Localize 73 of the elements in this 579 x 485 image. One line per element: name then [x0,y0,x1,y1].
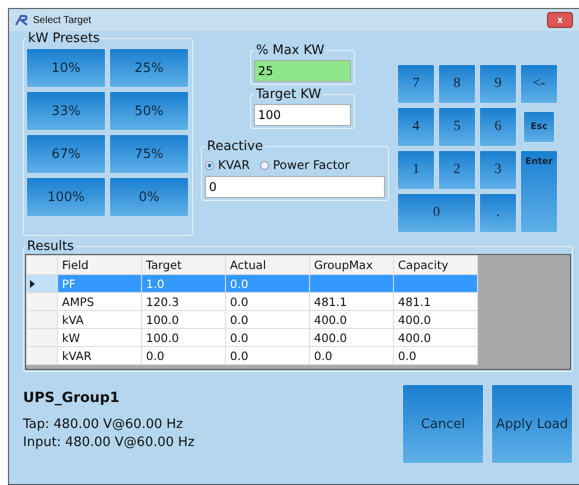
keypad-key[interactable]: 5 [438,107,476,147]
radio-label[interactable]: KVAR [218,158,250,172]
preset-button[interactable]: 67% [26,134,106,174]
row-header[interactable] [26,274,58,292]
column-header: Actual [226,256,310,274]
preset-button[interactable]: 10% [26,48,106,88]
preset-button[interactable]: 75% [109,134,189,174]
column-header: GroupMax [310,256,394,274]
preset-button[interactable]: 0% [109,177,189,217]
table-cell: 0.0 [394,346,478,364]
group-title: Reactive [206,139,264,154]
table-cell: AMPS [58,292,142,310]
keypad-key[interactable]: . [479,193,517,233]
preset-button[interactable]: 25% [109,48,189,88]
table-cell: kVAR [58,346,142,364]
keypad-key[interactable]: 2 [438,150,476,190]
cancel-button[interactable]: Cancel [402,384,484,464]
row-header [26,256,58,274]
target-kw-field[interactable]: 100 [254,104,351,126]
table-cell: 100.0 [142,310,226,328]
row-pointer-icon [30,280,35,288]
apply-load-button[interactable]: Apply Load [491,384,573,464]
preset-button[interactable]: 100% [26,177,106,217]
table-cell: kVA [58,310,142,328]
reactive-field[interactable]: 0 [205,176,385,198]
table-cell: 400.0 [310,328,394,346]
radio-label[interactable]: Power Factor [272,158,350,172]
table-cell: 100.0 [142,328,226,346]
table-cell: 0.0 [226,274,310,292]
table-cell: 1.0 [142,274,226,292]
group-name: UPS_Group1 [23,390,120,406]
max-kw-field[interactable]: 25 [254,60,351,82]
table-cell: 481.1 [394,292,478,310]
keypad-key[interactable]: 6 [479,107,517,147]
input-info: Input: 480.00 V@60.00 Hz [23,434,196,452]
column-header: Capacity [394,256,478,274]
field-label: % Max KW [255,43,326,58]
table-cell: 0.0 [226,328,310,346]
preset-button[interactable]: 33% [26,91,106,131]
group-title: kW Presets [27,31,101,46]
table-cell: 400.0 [310,310,394,328]
keypad-key[interactable]: Enter [520,150,558,233]
keypad-key[interactable]: 7 [397,64,435,104]
table-cell: PF [58,274,142,292]
radio-button[interactable] [205,160,214,170]
table-cell: 120.3 [142,292,226,310]
app-icon [15,14,29,26]
keypad-key[interactable]: 1 [397,150,435,190]
window-title: Select Target [33,14,92,26]
keypad-key[interactable]: Esc [523,111,555,143]
table-cell: 0.0 [226,292,310,310]
table-cell: 400.0 [394,310,478,328]
column-header: Target [142,256,226,274]
table-cell: 481.1 [310,292,394,310]
close-button[interactable]: x [547,12,573,28]
radio-button[interactable] [260,160,269,170]
table-cell: kW [58,328,142,346]
keypad-key[interactable]: 9 [479,64,517,104]
table-cell: 0.0 [142,346,226,364]
field-label: Target KW [255,87,322,102]
table-cell: 400.0 [394,328,478,346]
table-cell: 0.0 [226,310,310,328]
column-header: Field [58,256,142,274]
keypad-key[interactable]: <- [520,64,558,104]
keypad-key[interactable]: 8 [438,64,476,104]
group-title: Results [26,239,75,254]
table-cell: 0.0 [310,346,394,364]
preset-button[interactable]: 50% [109,91,189,131]
keypad-key[interactable]: 3 [479,150,517,190]
table-cell: 0.0 [226,346,310,364]
tap-info: Tap: 480.00 V@60.00 Hz [23,416,184,434]
keypad-key[interactable]: 4 [397,107,435,147]
keypad-key[interactable]: 0 [397,193,476,233]
